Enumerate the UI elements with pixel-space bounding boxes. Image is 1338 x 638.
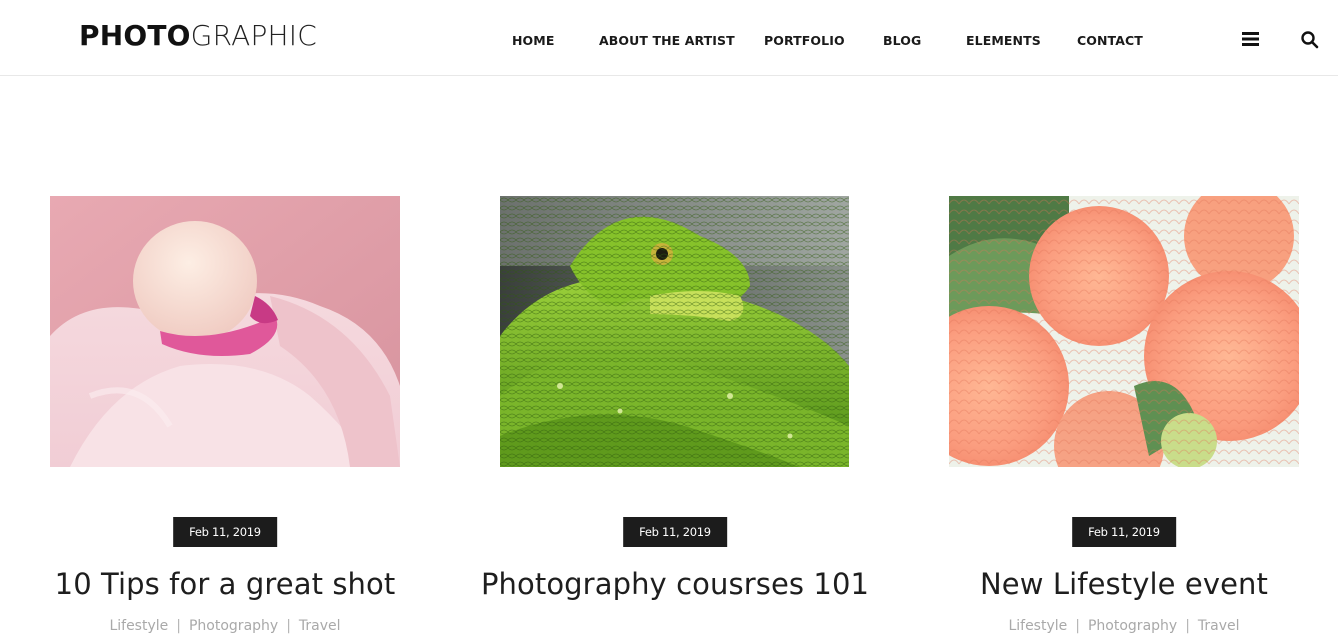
- tag-separator: |: [1185, 618, 1190, 634]
- nav-item-about-the-artist[interactable]: ABOUT THE ARTIST: [599, 32, 735, 50]
- post-thumbnail-flamingo[interactable]: [50, 196, 400, 467]
- logo-bold-text: PHOTO: [79, 19, 191, 52]
- nav-item-portfolio[interactable]: PORTFOLIO: [764, 32, 845, 50]
- post-tag-link[interactable]: Travel: [1198, 618, 1240, 634]
- nav-item-blog[interactable]: BLOG: [883, 32, 921, 50]
- post-date-badge: Feb 11, 2019: [173, 517, 277, 547]
- blog-post-card: Feb 11, 2019 10 Tips for a great shot Li…: [50, 196, 400, 634]
- post-tag-link[interactable]: Photography: [189, 618, 278, 634]
- site-header: PHOTOGRAPHIC HOME ABOUT THE ARTIST PORTF…: [0, 0, 1338, 76]
- tag-separator: |: [176, 618, 181, 634]
- hamburger-menu-icon[interactable]: [1240, 28, 1262, 50]
- post-date-badge: Feb 11, 2019: [1072, 517, 1176, 547]
- post-title[interactable]: 10 Tips for a great shot: [20, 566, 430, 602]
- post-tags: Lifestyle | Photography | Travel: [50, 617, 400, 635]
- nav-item-contact[interactable]: CONTACT: [1077, 32, 1143, 50]
- search-icon[interactable]: [1299, 28, 1321, 50]
- logo-light-text: GRAPHIC: [190, 19, 317, 52]
- post-thumbnail-snake[interactable]: [500, 196, 850, 467]
- nav-item-elements[interactable]: ELEMENTS: [966, 32, 1041, 50]
- post-tags: Lifestyle | Photography | Travel: [949, 617, 1299, 635]
- post-date-badge: Feb 11, 2019: [623, 517, 727, 547]
- post-tag-link[interactable]: Travel: [299, 618, 341, 634]
- site-logo[interactable]: PHOTOGRAPHIC: [79, 18, 317, 54]
- nav-item-home[interactable]: HOME: [512, 32, 554, 50]
- post-tag-link[interactable]: Lifestyle: [109, 618, 168, 634]
- blog-post-card: Feb 11, 2019 Photography cousrses 101: [481, 196, 869, 601]
- post-title[interactable]: New Lifestyle event: [919, 566, 1329, 602]
- tag-separator: |: [1075, 618, 1080, 634]
- post-tag-link[interactable]: Photography: [1088, 618, 1177, 634]
- blog-post-card: Feb 11, 2019 New Lifestyle event Lifesty…: [949, 196, 1299, 634]
- tag-separator: |: [286, 618, 291, 634]
- post-tag-link[interactable]: Lifestyle: [1008, 618, 1067, 634]
- post-title[interactable]: Photography cousrses 101: [470, 566, 880, 602]
- post-thumbnail-dahlias[interactable]: [949, 196, 1299, 467]
